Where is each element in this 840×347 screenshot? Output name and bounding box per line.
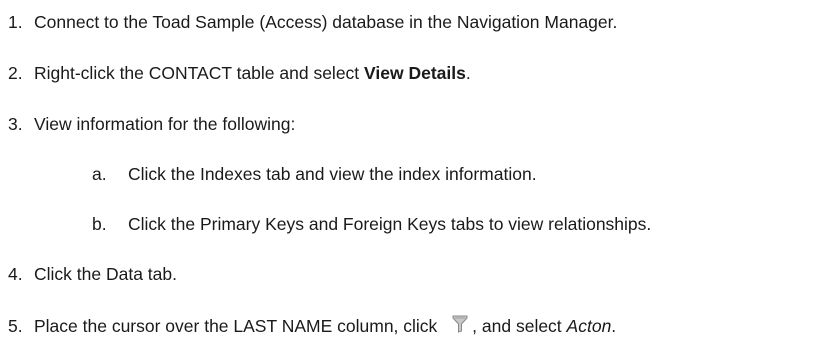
step-text-end: .: [465, 63, 471, 83]
substep-text: Click the Primary Keys and Foreign Keys …: [128, 214, 652, 234]
step-text: Place the cursor over the LAST NAME colu…: [34, 316, 443, 336]
step-text: Right-click the CONTACT table and select: [34, 63, 365, 83]
menu-command-view-details: View Details: [364, 63, 466, 83]
step-text: Click the Data tab.: [34, 264, 177, 284]
step-3: 3. View information for the following:: [0, 113, 295, 135]
substep-text: Click the Indexes tab and view the index…: [128, 164, 537, 184]
step-1: 1. Connect to the Toad Sample (Access) da…: [0, 11, 617, 33]
step-number: 5.: [8, 316, 23, 336]
substep-a: a. Click the Indexes tab and view the ind…: [0, 163, 537, 185]
step-text-end: .: [611, 316, 617, 336]
step-text: View information for the following:: [34, 114, 296, 134]
step-5: 5. Place the cursor over the LAST NAME co…: [0, 315, 616, 337]
step-4: 4. Click the Data tab.: [0, 263, 177, 285]
substep-letter: a.: [92, 164, 107, 184]
step-number: 4.: [8, 264, 23, 284]
step-number: 1.: [8, 12, 23, 32]
value-acton: Acton: [566, 316, 612, 336]
step-text: Connect to the Toad Sample (Access) data…: [34, 12, 618, 32]
step-text-middle: , and select: [472, 316, 567, 336]
filter-icon: [452, 315, 468, 333]
step-number: 2.: [8, 63, 23, 83]
step-number: 3.: [8, 114, 23, 134]
substep-letter: b.: [92, 214, 107, 234]
step-2: 2. Right-click the CONTACT table and sele…: [0, 62, 471, 84]
substep-b: b. Click the Primary Keys and Foreign Key…: [0, 213, 651, 235]
